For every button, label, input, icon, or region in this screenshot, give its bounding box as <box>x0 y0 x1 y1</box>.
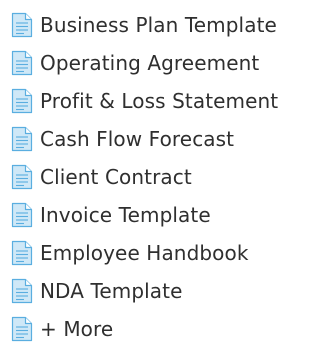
document-item-operating-agreement[interactable]: Operating Agreement <box>0 48 259 78</box>
document-item-profit-loss-statement[interactable]: Profit & Loss Statement <box>0 86 278 116</box>
document-icon <box>11 240 33 266</box>
document-item-cash-flow-forecast[interactable]: Cash Flow Forecast <box>0 124 234 154</box>
more-label: + More <box>40 317 114 341</box>
document-label: NDA Template <box>40 279 183 303</box>
document-icon <box>11 202 33 228</box>
document-item-business-plan-template[interactable]: Business Plan Template <box>0 10 277 40</box>
document-icon <box>11 316 33 342</box>
document-icon <box>11 12 33 38</box>
document-label: Operating Agreement <box>40 51 260 75</box>
document-icon <box>11 278 33 304</box>
document-icon <box>11 88 33 114</box>
document-label: Business Plan Template <box>40 13 277 37</box>
document-icon <box>11 50 33 76</box>
more-documents-link[interactable]: + More <box>0 314 113 344</box>
document-item-invoice-template[interactable]: Invoice Template <box>0 200 211 230</box>
document-item-employee-handbook[interactable]: Employee Handbook <box>0 238 249 268</box>
document-label: Employee Handbook <box>40 241 249 265</box>
document-label: Profit & Loss Statement <box>40 89 279 113</box>
document-label: Invoice Template <box>40 203 211 227</box>
document-label: Client Contract <box>40 165 192 189</box>
document-icon <box>11 126 33 152</box>
document-label: Cash Flow Forecast <box>40 127 235 151</box>
document-item-client-contract[interactable]: Client Contract <box>0 162 192 192</box>
document-icon <box>11 164 33 190</box>
document-item-nda-template[interactable]: NDA Template <box>0 276 183 306</box>
